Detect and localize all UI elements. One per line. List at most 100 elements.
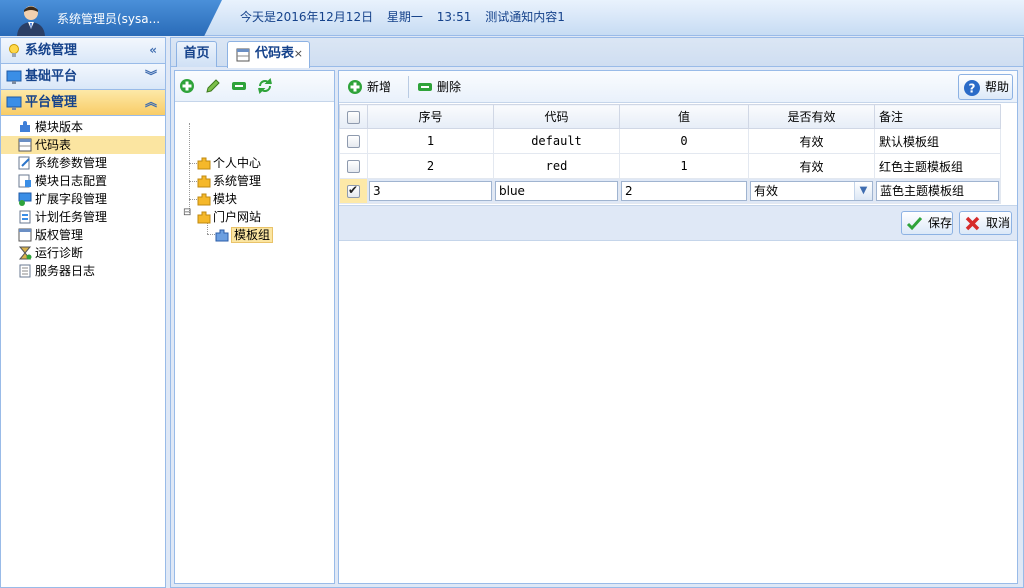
expand-down-icon[interactable]: ︾ <box>145 64 157 89</box>
monitor-icon <box>6 70 22 84</box>
monitor-icon <box>6 96 22 110</box>
section-platform-management[interactable]: 平台管理 ︽ <box>1 90 165 116</box>
select-all-cell[interactable] <box>339 104 368 129</box>
hourglass-icon <box>18 246 32 260</box>
nav-item-module-version[interactable]: 模块版本 <box>1 118 165 136</box>
tab-bar: 首页 代码表 × <box>171 38 1023 68</box>
cell-seq: 1 <box>367 128 494 154</box>
row-checkbox-checked[interactable] <box>347 183 360 198</box>
cell-note: 默认模板组 <box>874 128 1001 154</box>
task-icon <box>19 210 31 224</box>
grid-header-row: 序号 代码 值 是否有效 备注 <box>339 104 1001 129</box>
note-input[interactable]: 蓝色主题模板组 <box>876 181 999 201</box>
tab-code-table[interactable]: 代码表 × <box>227 41 310 68</box>
close-icon <box>965 216 980 231</box>
copyright-doc-icon <box>18 228 32 242</box>
puzzle-folder-icon <box>197 211 211 224</box>
nav-item-scheduled-tasks[interactable]: 计划任务管理 <box>1 208 165 226</box>
tab-label: 代码表 <box>255 46 295 61</box>
value-input[interactable]: 2 <box>621 181 747 201</box>
nav-item-copyright[interactable]: 版权管理 <box>1 226 165 244</box>
column-header-note[interactable]: 备注 <box>874 104 1001 129</box>
user-avatar-icon <box>17 6 45 36</box>
section-base-platform[interactable]: 基础平台 ︾ <box>1 64 165 90</box>
notice-text: 测试通知内容1 <box>485 10 565 24</box>
remove-icon <box>418 83 432 91</box>
tab-home[interactable]: 首页 <box>176 41 217 67</box>
add-icon[interactable] <box>179 78 195 94</box>
column-header-valid[interactable]: 是否有效 <box>748 104 875 129</box>
weekday-text: 星期一 <box>386 10 423 24</box>
tree-line <box>189 163 197 164</box>
select-all-checkbox[interactable] <box>347 110 360 124</box>
edit-pencil-icon[interactable] <box>205 78 221 94</box>
add-button[interactable]: 新增 <box>345 75 391 99</box>
chevron-down-icon[interactable]: ▼ <box>854 182 872 200</box>
section-title: 系统管理 <box>25 43 78 58</box>
grid-panel: 新增 删除 ? 帮助 序号 代码 值 是否有效 备注 1 default 0 有… <box>338 70 1018 584</box>
refresh-icon[interactable] <box>257 78 273 94</box>
header-info: 今天是2016年12月12日 星期一 13:51 测试通知内容1 <box>240 8 575 25</box>
puzzle-icon <box>215 229 229 242</box>
tree-panel: 个人中心 系统管理 模块 ⊟ 门户网站 模板组 <box>174 70 335 584</box>
toolbar-separator <box>408 76 409 98</box>
tree-line <box>189 181 197 182</box>
delete-button[interactable]: 删除 <box>415 75 461 99</box>
table-icon <box>236 48 250 62</box>
collapse-left-icon[interactable]: « <box>149 38 157 63</box>
close-icon[interactable]: × <box>294 42 303 66</box>
code-input[interactable]: blue <box>495 181 618 201</box>
cell-value: 1 <box>619 153 749 179</box>
tree-collapse-icon[interactable]: ⊟ <box>183 207 191 218</box>
puzzle-icon <box>20 121 30 132</box>
section-system-management[interactable]: 系统管理 « <box>1 38 165 64</box>
nav-item-extend-fields[interactable]: 扩展字段管理 <box>1 190 165 208</box>
section-title: 平台管理 <box>25 95 78 110</box>
help-icon: ? <box>964 80 980 96</box>
remove-icon[interactable] <box>231 78 247 94</box>
cell-valid: 有效 <box>748 153 875 179</box>
table-row[interactable]: 2 red 1 有效 红色主题模板组 <box>339 153 1001 179</box>
puzzle-folder-icon <box>197 193 211 206</box>
table-icon <box>18 138 32 152</box>
row-edit-actions: 保存 取消 <box>339 205 1017 241</box>
column-header-seq[interactable]: 序号 <box>367 104 494 129</box>
log-config-icon <box>18 174 31 188</box>
cancel-button[interactable]: 取消 <box>959 211 1012 235</box>
tree-toolbar <box>175 71 334 102</box>
valid-select[interactable]: 有效 ▼ <box>750 181 873 201</box>
nav-list: 模块版本 代码表 系统参数管理 模块日志配置 扩展字段管理 计划任务管理 版权管… <box>1 116 165 280</box>
row-checkbox[interactable] <box>347 160 360 173</box>
user-name: 系统管理员(sysa... <box>57 12 161 26</box>
valid-select-value: 有效 <box>754 184 779 198</box>
help-button[interactable]: ? 帮助 <box>958 74 1013 100</box>
nav-item-module-log-config[interactable]: 模块日志配置 <box>1 172 165 190</box>
settings-doc-icon <box>18 156 30 170</box>
date-text: 今天是2016年12月12日 <box>240 10 374 24</box>
nav-item-diagnostics[interactable]: 运行诊断 <box>1 244 165 262</box>
puzzle-folder-icon <box>197 175 211 188</box>
log-file-icon <box>19 264 31 278</box>
code-table-grid: 序号 代码 值 是否有效 备注 1 default 0 有效 默认模板组 2 r… <box>339 104 1001 204</box>
tree-line <box>189 199 197 200</box>
save-button[interactable]: 保存 <box>901 211 953 235</box>
app-header: 系统管理员(sysa... 今天是2016年12月12日 星期一 13:51 测… <box>0 0 1024 36</box>
puzzle-folder-icon <box>197 157 211 170</box>
table-row[interactable]: 1 default 0 有效 默认模板组 <box>339 128 1001 154</box>
svg-text:?: ? <box>969 82 976 96</box>
row-checkbox[interactable] <box>347 135 360 148</box>
column-header-code[interactable]: 代码 <box>493 104 620 129</box>
nav-item-server-log[interactable]: 服务器日志 <box>1 262 165 280</box>
seq-input[interactable]: 3 <box>369 181 492 201</box>
extend-field-icon <box>18 192 32 206</box>
lightbulb-icon <box>9 44 19 57</box>
cell-seq: 2 <box>367 153 494 179</box>
collapse-up-icon[interactable]: ︽ <box>145 90 157 115</box>
editing-row[interactable]: 3 blue 2 有效 ▼ 蓝色主题模板组 <box>339 178 1001 204</box>
section-title: 基础平台 <box>25 69 78 84</box>
sidebar: 系统管理 « 基础平台 ︾ 平台管理 ︽ 模块版本 代码表 系统参数管理 模块日… <box>0 37 166 588</box>
nav-item-code-table[interactable]: 代码表 <box>1 136 165 154</box>
column-header-value[interactable]: 值 <box>619 104 749 129</box>
nav-item-system-params[interactable]: 系统参数管理 <box>1 154 165 172</box>
add-icon <box>348 80 362 94</box>
